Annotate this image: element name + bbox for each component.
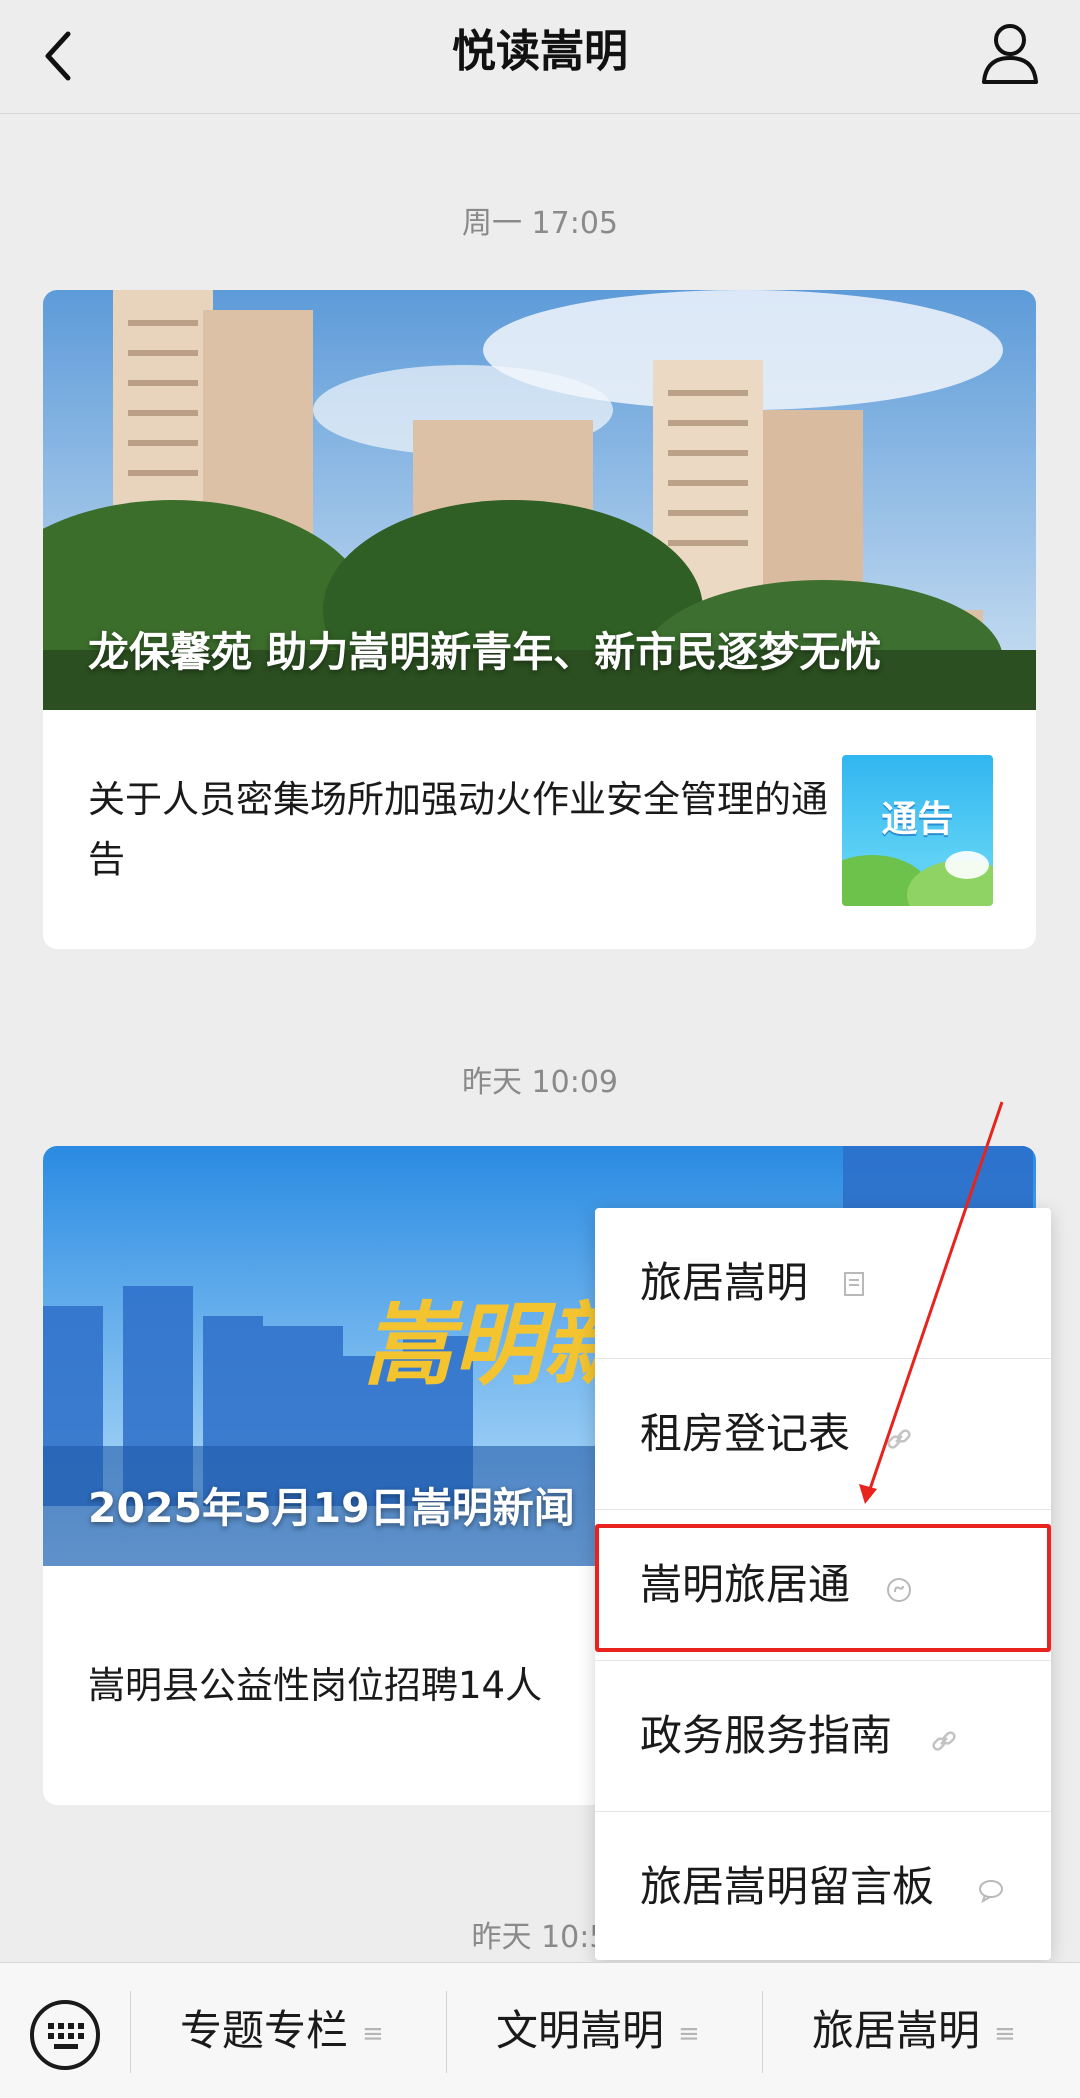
bottom-menu-label: 旅居嵩明	[812, 2006, 981, 2055]
submenu-icon: ≡	[994, 2018, 1016, 2049]
annotation-arrow	[859, 1101, 1004, 1504]
keyboard-icon[interactable]	[28, 1998, 102, 2072]
bottom-menu-bar: 专题专栏 ≡ 文明嵩明 ≡ 旅居嵩明 ≡	[0, 1962, 1080, 2098]
divider	[762, 1991, 763, 2073]
bottom-menu-travel-songming[interactable]: 旅居嵩明 ≡	[812, 2001, 1016, 2064]
bottom-menu-label: 专题专栏	[180, 2006, 349, 2055]
bottom-menu-topics[interactable]: 专题专栏 ≡	[180, 2001, 384, 2064]
submenu-icon: ≡	[362, 2018, 384, 2049]
divider	[130, 1991, 131, 2073]
divider	[446, 1991, 447, 2073]
bottom-menu-label: 文明嵩明	[496, 2006, 665, 2055]
submenu-icon: ≡	[678, 2018, 700, 2049]
bottom-menu-civilized-songming[interactable]: 文明嵩明 ≡	[496, 2001, 700, 2064]
